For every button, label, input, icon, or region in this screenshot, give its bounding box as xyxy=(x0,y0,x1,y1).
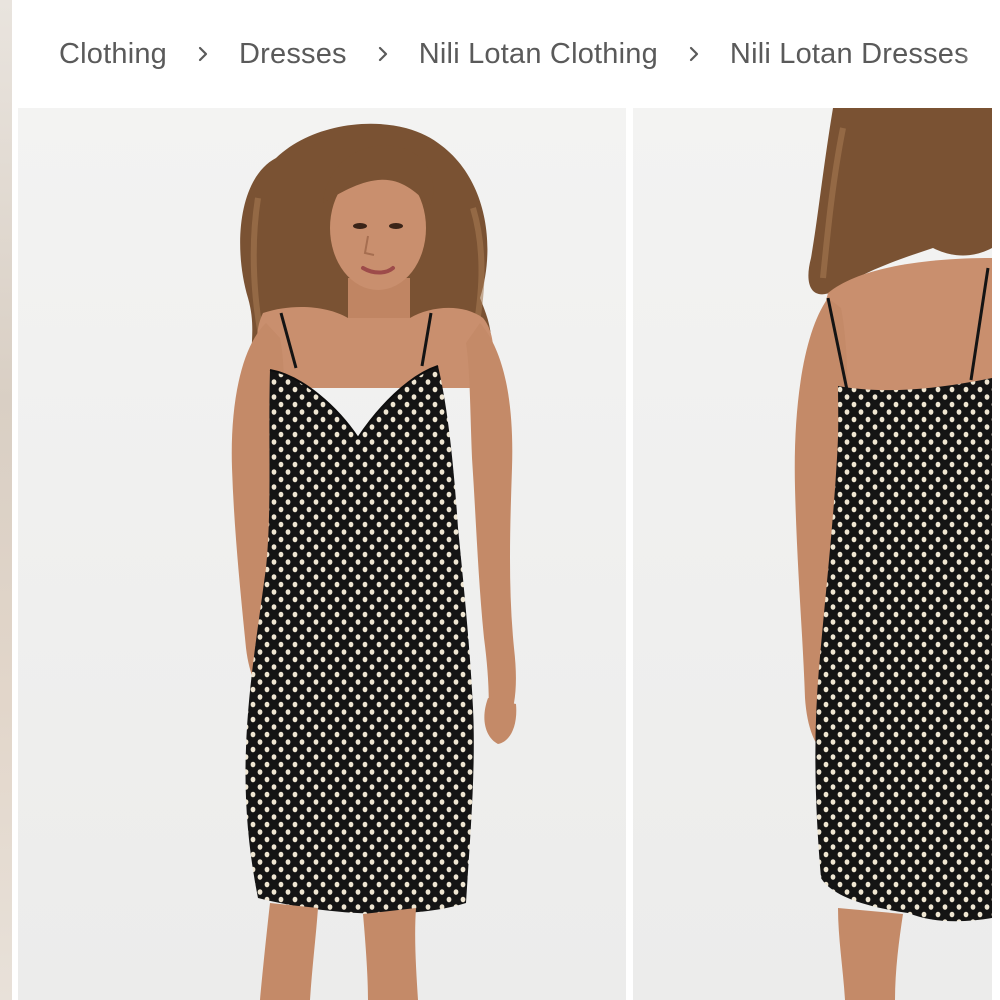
back-view-illustration xyxy=(633,108,992,1000)
breadcrumb-item-clothing[interactable]: Clothing xyxy=(59,38,167,71)
front-view-illustration xyxy=(18,108,626,1000)
chevron-right-icon xyxy=(347,45,419,63)
product-image-front[interactable] xyxy=(18,108,626,1000)
product-image-back[interactable] xyxy=(633,108,992,1000)
chevron-right-icon xyxy=(167,45,239,63)
breadcrumb-item-dresses[interactable]: Dresses xyxy=(239,38,347,71)
breadcrumb-item-brand-dresses[interactable]: Nili Lotan Dresses xyxy=(730,38,969,71)
right-edge-gap xyxy=(992,0,1000,1000)
gallery-divider xyxy=(626,108,633,1000)
chevron-right-icon xyxy=(658,45,730,63)
breadcrumb: Clothing Dresses Nili Lotan Clothing Nil… xyxy=(18,0,1000,108)
breadcrumb-item-brand-clothing[interactable]: Nili Lotan Clothing xyxy=(419,38,658,71)
left-edge-strip xyxy=(0,0,12,1000)
product-page: Clothing Dresses Nili Lotan Clothing Nil… xyxy=(0,0,1000,1000)
